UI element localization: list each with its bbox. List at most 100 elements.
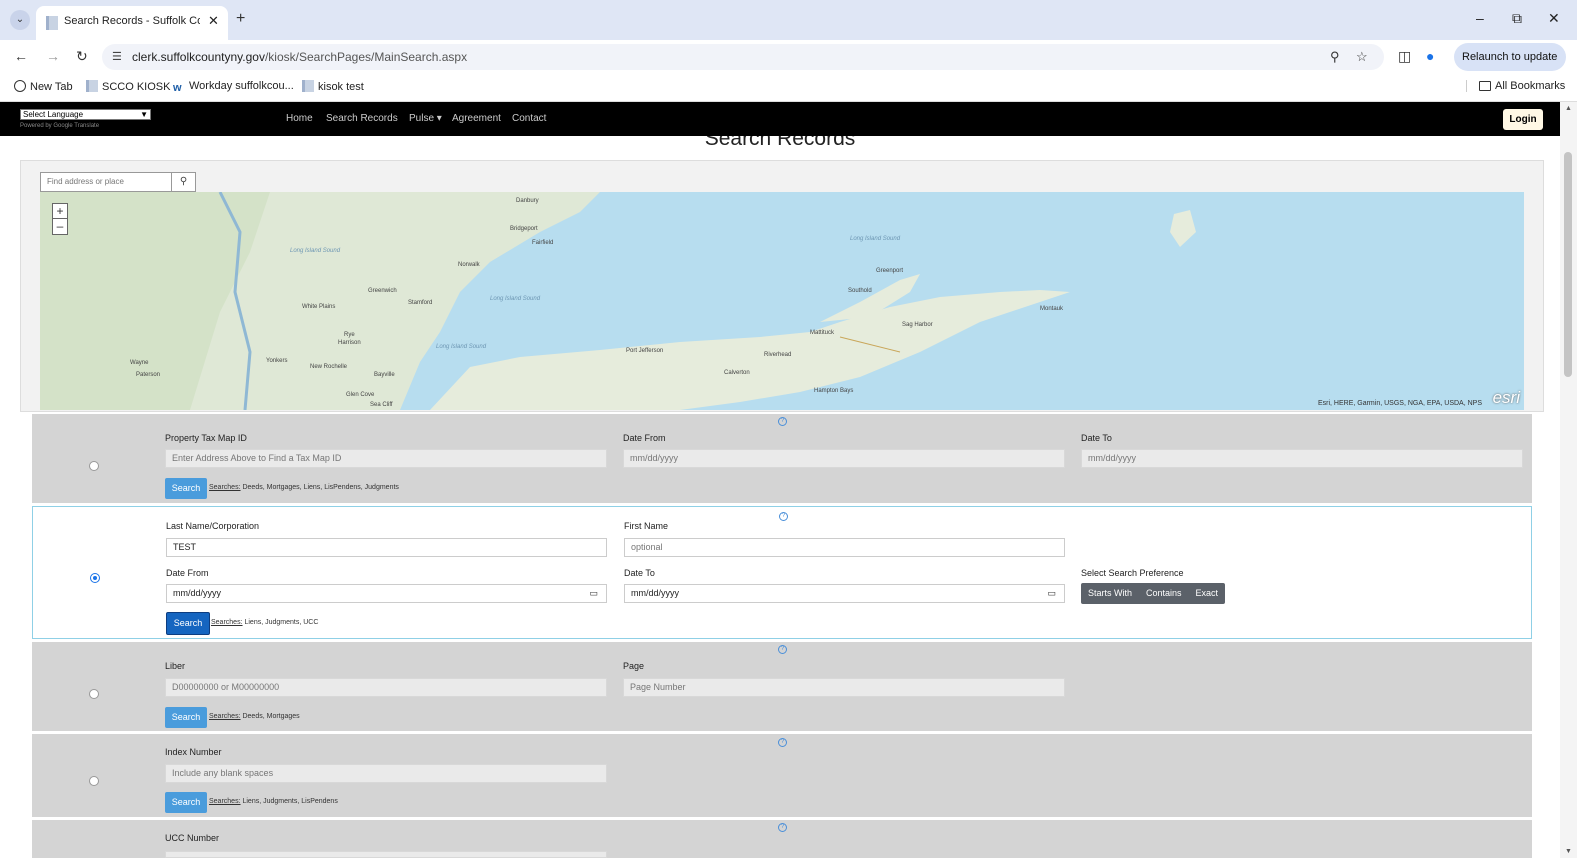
bookmark-kisok-test[interactable]: kisok test: [302, 80, 364, 93]
map-water-label: Long Island Sound: [850, 236, 901, 242]
date-to-input[interactable]: mm/dd/yyyy: [1081, 449, 1523, 468]
page-scrollbar[interactable]: ▲ ▼: [1560, 102, 1577, 858]
searches-note: Searches: Deeds, Mortgages, Liens, LisPe…: [209, 484, 399, 491]
login-button[interactable]: Login: [1503, 109, 1543, 130]
tax-map-radio[interactable]: [89, 461, 99, 471]
scroll-up-icon[interactable]: ▲: [1565, 105, 1572, 112]
tab-close-icon[interactable]: ✕: [208, 13, 219, 29]
date-to-label: Date To: [1081, 433, 1112, 443]
back-icon[interactable]: ←: [14, 48, 28, 64]
forward-icon[interactable]: →: [46, 48, 60, 64]
first-name-input[interactable]: optional: [624, 538, 1065, 557]
relaunch-button[interactable]: Relaunch to update ⋮: [1454, 43, 1566, 91]
page-label: Page: [623, 661, 645, 671]
browser-tab-strip: ⌄ Search Records - Suffolk County ✕ + – …: [0, 0, 1577, 40]
zoom-out-icon[interactable]: –: [53, 219, 67, 234]
date-to-input[interactable]: mm/dd/yyyy ▭: [624, 584, 1065, 603]
date-from-input[interactable]: mm/dd/yyyy ▭: [166, 584, 607, 603]
site-settings-icon[interactable]: ☰: [112, 50, 122, 63]
restore-icon[interactable]: ⧉: [1512, 10, 1522, 27]
map-label: Stamford: [408, 300, 433, 306]
map-label: White Plains: [302, 304, 336, 310]
searches-link[interactable]: Searches:: [209, 798, 241, 805]
date-from-value: mm/dd/yyyy: [173, 588, 222, 598]
nav-agreement[interactable]: Agreement: [452, 113, 501, 124]
language-select-value: Select Language: [23, 110, 84, 119]
browser-tab[interactable]: Search Records - Suffolk County ✕: [36, 6, 228, 40]
profile-icon[interactable]: ●: [1426, 48, 1434, 64]
help-icon[interactable]: ?: [778, 417, 787, 426]
searches-link[interactable]: Searches:: [211, 619, 243, 626]
index-search-radio[interactable]: [89, 776, 99, 786]
last-name-input[interactable]: TEST: [166, 538, 607, 557]
zoom-icon[interactable]: ⚲: [1330, 49, 1340, 65]
last-name-label: Last Name/Corporation: [166, 521, 260, 531]
tax-map-search-panel: ? Property Tax Map ID Enter Address Abov…: [32, 414, 1532, 503]
tab-search-icon[interactable]: ⌄: [10, 10, 30, 30]
reload-icon[interactable]: ↻: [76, 48, 88, 65]
map[interactable]: Danbury Bridgeport Fairfield Norwalk Sta…: [40, 192, 1524, 410]
bookmark-label: SCCO KIOSK: [102, 81, 171, 93]
map-label: Mattituck: [810, 330, 835, 336]
date-to-value: mm/dd/yyyy: [631, 588, 680, 598]
scroll-down-icon[interactable]: ▼: [1565, 848, 1572, 855]
liber-search-button[interactable]: Search: [165, 707, 207, 728]
folder-icon: [1479, 81, 1491, 91]
side-panel-icon[interactable]: ◫: [1398, 48, 1411, 65]
bookmark-workday[interactable]: w Workday suffolkcou...: [173, 80, 294, 94]
nav-pulse[interactable]: Pulse ▾: [409, 113, 442, 124]
url-text: clerk.suffolkcountyny.gov/kiosk/SearchPa…: [132, 50, 467, 64]
minimize-icon[interactable]: –: [1476, 10, 1484, 26]
esri-logo: esri: [1492, 388, 1520, 407]
name-search-radio[interactable]: [90, 573, 100, 583]
map-search-input[interactable]: Find address or place: [40, 172, 172, 192]
calendar-icon[interactable]: ▭: [1047, 585, 1056, 602]
tax-map-id-input[interactable]: Enter Address Above to Find a Tax Map ID: [165, 449, 607, 468]
address-bar[interactable]: ☰ clerk.suffolkcountyny.gov/kiosk/Search…: [102, 44, 1384, 70]
pref-starts-with-button[interactable]: Starts With: [1081, 583, 1139, 604]
map-search-icon[interactable]: ⚲: [171, 172, 196, 192]
close-window-icon[interactable]: ✕: [1548, 10, 1560, 27]
map-label: Sea Cliff: [370, 402, 393, 408]
nav-home[interactable]: Home: [286, 113, 313, 124]
calendar-icon[interactable]: ▭: [589, 585, 598, 602]
scroll-thumb[interactable]: [1564, 152, 1572, 377]
bookmark-new-tab[interactable]: New Tab: [14, 80, 73, 93]
searches-link[interactable]: Searches:: [209, 713, 241, 720]
map-water-label: Long Island Sound: [490, 296, 541, 302]
map-water-label: Long Island Sound: [290, 248, 341, 254]
liber-label: Liber: [165, 661, 186, 671]
index-search-panel: ? Index Number Include any blank spaces …: [32, 734, 1532, 817]
searches-link[interactable]: Searches:: [209, 484, 241, 491]
browser-toolbar: ← → ↻ ☰ clerk.suffolkcountyny.gov/kiosk/…: [0, 40, 1577, 91]
map-label: Southold: [848, 288, 872, 294]
page-icon: [302, 80, 314, 92]
help-icon[interactable]: ?: [778, 645, 787, 654]
map-basemap: [40, 192, 1196, 410]
help-icon[interactable]: ?: [779, 512, 788, 521]
liber-input[interactable]: D00000000 or M00000000: [165, 678, 607, 697]
name-search-button[interactable]: Search: [166, 612, 210, 635]
searches-note: Searches: Liens, Judgments, LisPendens: [209, 798, 338, 805]
new-tab-icon[interactable]: +: [236, 10, 245, 28]
language-select[interactable]: Select Language ▼: [20, 109, 151, 120]
bookmark-scco-kiosk[interactable]: SCCO KIOSK: [86, 80, 170, 93]
tax-map-search-button[interactable]: Search: [165, 478, 207, 499]
ucc-number-input[interactable]: [165, 851, 607, 858]
bookmark-star-icon[interactable]: ☆: [1356, 49, 1368, 65]
help-icon[interactable]: ?: [778, 823, 787, 832]
index-search-button[interactable]: Search: [165, 792, 207, 813]
all-bookmarks[interactable]: All Bookmarks: [1466, 80, 1565, 92]
help-icon[interactable]: ?: [778, 738, 787, 747]
pref-exact-button[interactable]: Exact: [1189, 583, 1226, 604]
date-from-input[interactable]: mm/dd/yyyy: [623, 449, 1065, 468]
relaunch-label: Relaunch to update: [1462, 51, 1558, 63]
map-label: Harrison: [338, 340, 361, 346]
nav-search-records[interactable]: Search Records: [326, 113, 398, 124]
page-input[interactable]: Page Number: [623, 678, 1065, 697]
nav-contact[interactable]: Contact: [512, 113, 546, 124]
index-number-input[interactable]: Include any blank spaces: [165, 764, 607, 783]
pref-contains-button[interactable]: Contains: [1139, 583, 1189, 604]
zoom-in-icon[interactable]: +: [53, 204, 67, 219]
liber-search-radio[interactable]: [89, 689, 99, 699]
